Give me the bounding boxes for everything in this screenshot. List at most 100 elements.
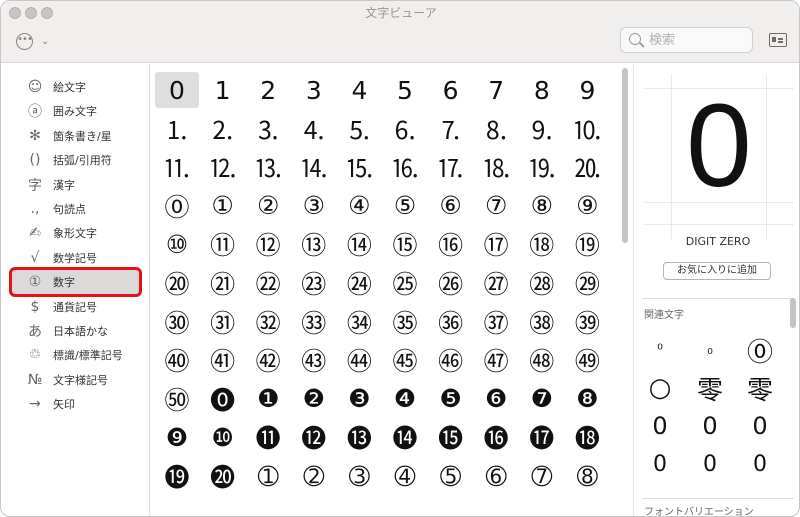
character-cell[interactable]: ㊸ bbox=[292, 342, 336, 378]
character-cell[interactable]: ➇ bbox=[565, 458, 609, 494]
character-cell[interactable]: ❷ bbox=[292, 381, 336, 417]
character-cell[interactable]: ㉑ bbox=[201, 265, 245, 301]
character-cell[interactable]: ㊱ bbox=[429, 304, 473, 340]
sidebar-item-11[interactable]: ♲ 標識/標準記号 bbox=[23, 343, 141, 367]
character-cell[interactable]: ⒑ bbox=[565, 111, 609, 147]
character-cell[interactable]: ㉜ bbox=[246, 304, 290, 340]
character-cell[interactable]: ㉗ bbox=[474, 265, 518, 301]
character-cell[interactable]: ➀ bbox=[246, 458, 290, 494]
character-cell[interactable]: ❽ bbox=[565, 381, 609, 417]
character-cell[interactable]: ⓫ bbox=[246, 419, 290, 455]
character-cell[interactable]: ⑱ bbox=[520, 226, 564, 262]
character-cell[interactable]: ⑤ bbox=[383, 188, 427, 224]
sidebar-item-8[interactable]: ① 数字 bbox=[9, 267, 142, 298]
character-cell[interactable]: ⓲ bbox=[565, 419, 609, 455]
character-cell[interactable]: ⒐ bbox=[520, 111, 564, 147]
character-cell[interactable]: ➆ bbox=[520, 458, 564, 494]
character-cell[interactable]: ➃ bbox=[383, 458, 427, 494]
character-cell[interactable]: ⒗ bbox=[383, 149, 427, 185]
related-character[interactable]: 0 bbox=[636, 446, 684, 482]
character-cell[interactable]: ⓪ bbox=[155, 188, 199, 224]
character-cell[interactable]: ㊼ bbox=[474, 342, 518, 378]
character-cell[interactable]: ㊳ bbox=[520, 304, 564, 340]
related-character[interactable]: ⁰ bbox=[636, 332, 684, 368]
character-cell[interactable]: ⓬ bbox=[292, 419, 336, 455]
character-cell[interactable]: ➁ bbox=[292, 458, 336, 494]
character-cell[interactable]: ⒒ bbox=[155, 149, 199, 185]
add-to-favorites-button[interactable]: お気に入りに追加 bbox=[663, 262, 771, 280]
character-cell[interactable]: 8 bbox=[520, 72, 564, 108]
character-cell[interactable]: ⒏ bbox=[474, 111, 518, 147]
character-cell[interactable]: ❶ bbox=[246, 381, 290, 417]
character-cell[interactable]: ㊹ bbox=[337, 342, 381, 378]
character-cell[interactable]: ⓭ bbox=[337, 419, 381, 455]
character-cell[interactable]: ⒍ bbox=[383, 111, 427, 147]
related-character[interactable]: 0 bbox=[686, 446, 734, 482]
character-cell[interactable]: 4 bbox=[337, 72, 381, 108]
related-character[interactable]: ○ bbox=[636, 370, 684, 406]
related-character[interactable]: 0 bbox=[686, 408, 734, 444]
character-cell[interactable]: ⑯ bbox=[429, 226, 473, 262]
sidebar-item-6[interactable]: ✍ 象形文字 bbox=[23, 221, 141, 245]
search-field[interactable] bbox=[620, 27, 753, 53]
character-cell[interactable]: 5 bbox=[383, 72, 427, 108]
character-cell[interactable]: ㉖ bbox=[429, 265, 473, 301]
character-cell[interactable]: ⑨ bbox=[565, 188, 609, 224]
character-cell[interactable]: ① bbox=[201, 188, 245, 224]
character-cell[interactable]: ⓿ bbox=[201, 381, 245, 417]
character-cell[interactable]: ⒋ bbox=[292, 111, 336, 147]
character-cell[interactable]: ㉙ bbox=[565, 265, 609, 301]
related-character[interactable]: 0 bbox=[636, 408, 684, 444]
character-cell[interactable]: ⓴ bbox=[201, 458, 245, 494]
character-cell[interactable]: ㉓ bbox=[292, 265, 336, 301]
character-cell[interactable]: ③ bbox=[292, 188, 336, 224]
character-cell[interactable]: ⑫ bbox=[246, 226, 290, 262]
related-character[interactable]: ₀ bbox=[686, 332, 734, 368]
character-cell[interactable]: ❾ bbox=[155, 419, 199, 455]
related-character[interactable]: 零 bbox=[736, 370, 784, 406]
character-cell[interactable]: ㊻ bbox=[429, 342, 473, 378]
detail-scrollbar[interactable] bbox=[790, 298, 796, 328]
sidebar-item-4[interactable]: 字漢字 bbox=[23, 173, 141, 197]
character-cell[interactable]: ⓳ bbox=[155, 458, 199, 494]
character-cell[interactable]: ㉟ bbox=[383, 304, 427, 340]
character-cell[interactable]: ㉘ bbox=[520, 265, 564, 301]
sidebar-item-9[interactable]: $ 通貨記号 bbox=[23, 295, 141, 319]
character-cell[interactable]: ⑮ bbox=[383, 226, 427, 262]
character-cell[interactable]: ⒚ bbox=[520, 149, 564, 185]
sidebar-item-0[interactable]: ☺ 絵文字 bbox=[23, 75, 141, 99]
character-cell[interactable]: ㊴ bbox=[565, 304, 609, 340]
related-character[interactable]: ⓪ bbox=[736, 332, 784, 368]
search-input[interactable] bbox=[649, 31, 747, 49]
character-cell[interactable]: ⑳ bbox=[155, 265, 199, 301]
character-cell[interactable]: ❿ bbox=[201, 419, 245, 455]
character-cell[interactable]: ㉛ bbox=[201, 304, 245, 340]
character-cell[interactable]: ⑰ bbox=[474, 226, 518, 262]
character-cell[interactable]: ⑭ bbox=[337, 226, 381, 262]
character-cell[interactable]: ㊶ bbox=[201, 342, 245, 378]
sidebar-item-2[interactable]: ✻ 箇条書き/星 bbox=[23, 124, 141, 148]
character-cell[interactable]: ⒖ bbox=[337, 149, 381, 185]
character-cell[interactable]: ⓮ bbox=[383, 419, 427, 455]
character-cell[interactable]: ㉕ bbox=[383, 265, 427, 301]
character-cell[interactable]: 1 bbox=[201, 72, 245, 108]
character-cell[interactable]: ⑦ bbox=[474, 188, 518, 224]
character-cell[interactable]: ㉚ bbox=[155, 304, 199, 340]
character-cell[interactable]: ⓯ bbox=[429, 419, 473, 455]
character-cell[interactable]: ❼ bbox=[520, 381, 564, 417]
character-cell[interactable]: 9 bbox=[565, 72, 609, 108]
character-cell[interactable]: ❹ bbox=[383, 381, 427, 417]
character-cell[interactable]: ❻ bbox=[474, 381, 518, 417]
character-cell[interactable]: ④ bbox=[337, 188, 381, 224]
related-character[interactable]: 0 bbox=[736, 446, 784, 482]
character-cell[interactable]: ㊵ bbox=[155, 342, 199, 378]
character-cell[interactable]: ⒘ bbox=[429, 149, 473, 185]
character-cell[interactable]: 6 bbox=[429, 72, 473, 108]
character-cell[interactable]: ⒉ bbox=[201, 111, 245, 147]
character-cell[interactable]: ⒊ bbox=[246, 111, 290, 147]
character-cell[interactable]: ❺ bbox=[429, 381, 473, 417]
sidebar-item-12[interactable]: № 文字様記号 bbox=[23, 368, 141, 392]
character-cell[interactable]: ⑩ bbox=[155, 226, 199, 262]
character-cell[interactable]: ❸ bbox=[337, 381, 381, 417]
sidebar-item-3[interactable]: () 括弧/引用符 bbox=[23, 148, 141, 172]
